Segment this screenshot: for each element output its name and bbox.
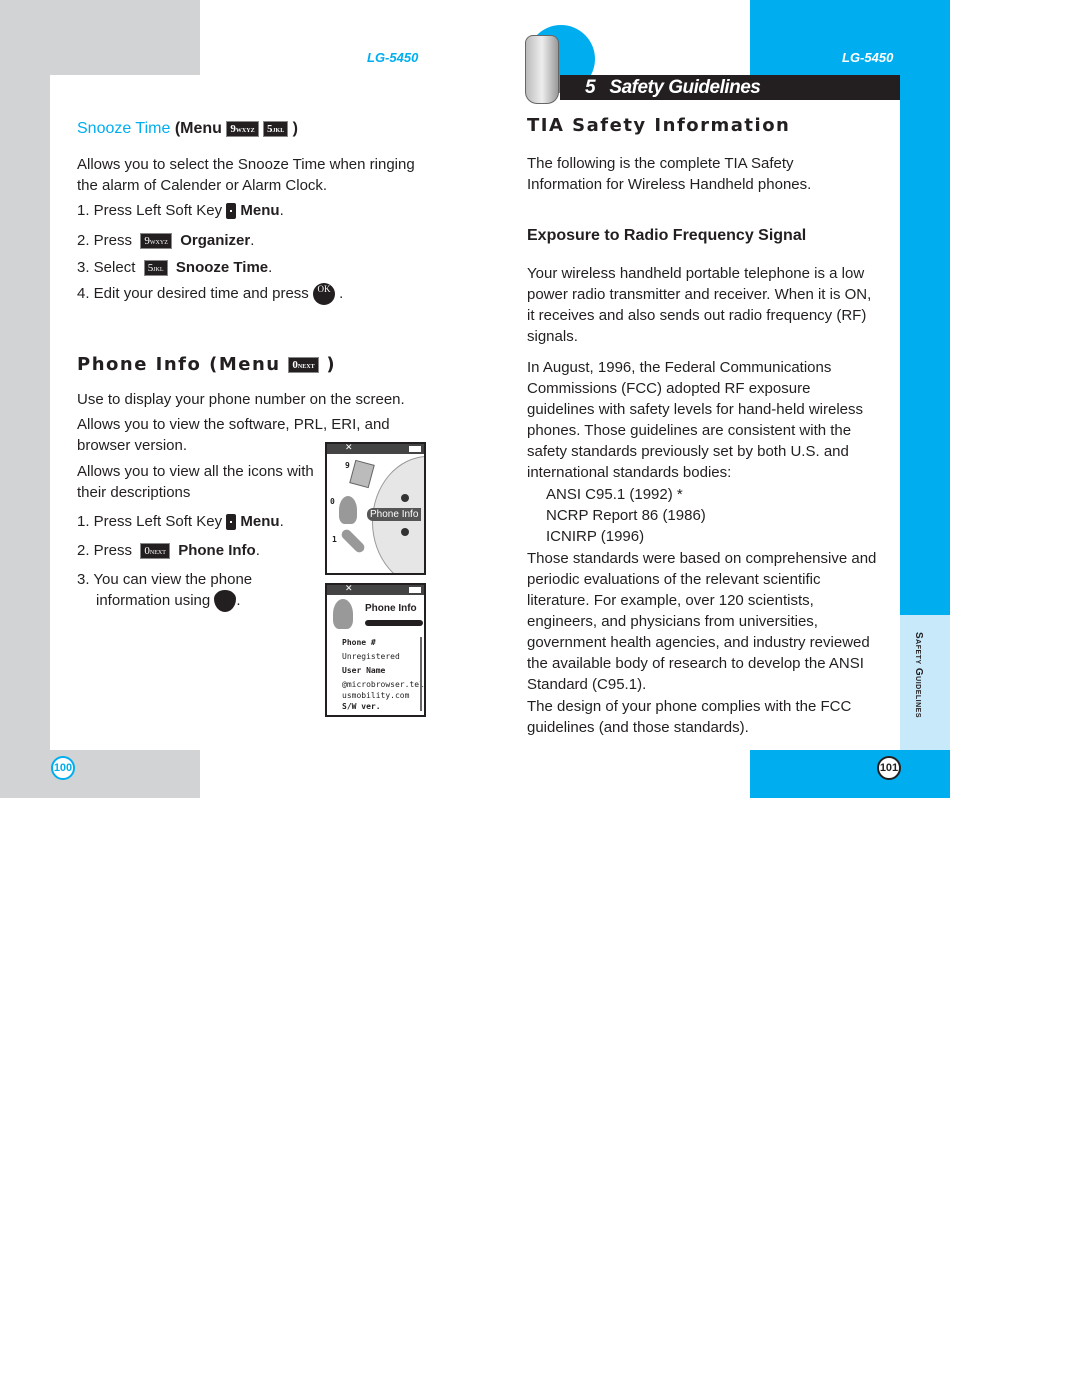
- key-5-icon: 5JKL: [143, 260, 168, 277]
- side-tab-label: Safety Guidelines: [913, 632, 924, 719]
- standard-item: ANSI C95.1 (1992) *: [546, 486, 683, 503]
- rf-para1: Your wireless handheld portable telephon…: [527, 265, 872, 345]
- page-number-right: 101: [877, 756, 901, 780]
- side-tab-bg: [900, 615, 950, 750]
- info-row: S/W ver.: [342, 702, 381, 711]
- chapter-name: Safety Guidelines: [609, 77, 761, 98]
- phone-menu-screen: ✕ 9 0 1 Phone Info: [325, 442, 426, 575]
- battery-icon: [409, 446, 421, 452]
- phone-info-heading: Phone Info (Menu 0NEXT ): [77, 354, 337, 375]
- standards-list: ANSI C95.1 (1992) * NCRP Report 86 (1986…: [546, 484, 706, 547]
- phone-info-step3a: 3. You can view the phone: [77, 571, 253, 588]
- snooze-step4: 4. Edit your desired time and press OK .: [77, 283, 343, 306]
- person-icon: [333, 599, 353, 629]
- left-bottom-bg: [0, 750, 200, 798]
- key-5-icon: 5JKL: [263, 120, 289, 137]
- left-margin-bg: [0, 0, 50, 798]
- menu-down-icon: [401, 528, 409, 536]
- paren-close: ): [292, 120, 298, 137]
- handset-icon: [339, 527, 367, 555]
- status-bar: ✕: [327, 444, 424, 454]
- menu-number-9: 9: [345, 461, 350, 470]
- snooze-heading: Snooze Time (Menu 9WXYZ 5JKL ): [77, 120, 298, 138]
- right-bottom-bg: [750, 750, 950, 798]
- menu-number-0: 0: [330, 497, 335, 506]
- info-row: User Name: [342, 666, 386, 675]
- left-model-label: LG-5450: [367, 50, 419, 65]
- key-9-icon: 9WXYZ: [226, 120, 259, 137]
- organizer-icon: [349, 459, 375, 489]
- phone-info-step1: 1. Press Left Soft Key Menu.: [77, 513, 284, 531]
- info-row: @microbrowser.tel: [342, 680, 424, 689]
- rf-para3: Those standards were based on comprehens…: [527, 550, 877, 693]
- chapter-title: 5 Safety Guidelines: [585, 77, 761, 99]
- key-0-icon: 0NEXT: [288, 357, 319, 373]
- key-0-icon: 0NEXT: [140, 543, 170, 560]
- phone-info-desc1: Use to display your phone number on the …: [77, 391, 405, 408]
- phone-info-screen: ✕ Phone Info Phone # Unregistered User N…: [325, 583, 426, 717]
- battery-icon: [409, 587, 421, 593]
- standard-item: ICNIRP (1996): [546, 528, 645, 545]
- menu-number-1: 1: [332, 535, 337, 544]
- rf-para4: The design of your phone complies with t…: [527, 698, 852, 736]
- key-9-icon: 9WXYZ: [140, 233, 172, 250]
- info-list: Phone # Unregistered User Name @microbro…: [342, 637, 424, 712]
- right-strip-bg: [900, 0, 950, 615]
- info-row: usmobility.com: [342, 691, 410, 700]
- left-soft-key-icon: [226, 203, 237, 220]
- scrollbar[interactable]: [420, 637, 422, 711]
- left-soft-key-icon: [226, 514, 237, 531]
- page-number-left: 100: [51, 756, 75, 780]
- chapter-number: 5: [585, 77, 596, 98]
- snooze-desc: Allows you to select the Snooze Time whe…: [77, 156, 415, 194]
- tia-title: TIA Safety Information: [527, 115, 791, 136]
- nav-key-icon: [214, 590, 237, 613]
- screen-title: Phone Info: [365, 603, 417, 614]
- phone-info-desc3: Allows you to view all the icons with th…: [77, 463, 314, 501]
- tia-intro: The following is the complete TIA Safety…: [527, 155, 812, 193]
- phone-info-step3b: information using .: [96, 590, 241, 613]
- menu-up-icon: [401, 494, 409, 502]
- signal-icon: ✕: [345, 583, 353, 593]
- right-model-label: LG-5450: [842, 50, 894, 65]
- snooze-step1: 1. Press Left Soft Key Menu.: [77, 202, 284, 220]
- snooze-step2: 2. Press 9WXYZ Organizer.: [77, 232, 255, 250]
- menu-selected-label: Phone Info: [367, 508, 422, 521]
- menu-prefix: (Menu: [174, 120, 222, 137]
- status-bar: ✕: [327, 585, 424, 595]
- rf-subhead: Exposure to Radio Frequency Signal: [527, 227, 807, 244]
- info-row: Unregistered: [342, 652, 400, 661]
- standard-item: NCRP Report 86 (1986): [546, 507, 706, 524]
- scroll-indicator: [365, 620, 423, 626]
- signal-icon: ✕: [345, 442, 353, 452]
- snooze-step3: 3. Select 5JKL Snooze Time.: [77, 259, 273, 277]
- snooze-title: Snooze Time: [77, 120, 171, 137]
- left-top-bg: [0, 0, 200, 75]
- rf-para2: In August, 1996, the Federal Communicati…: [527, 359, 864, 481]
- info-row: Phone #: [342, 638, 376, 647]
- person-icon: [339, 496, 357, 524]
- phone-icon: [525, 35, 559, 104]
- ok-key-icon: OK: [312, 283, 335, 306]
- phone-info-step2: 2. Press 0NEXT Phone Info.: [77, 542, 260, 560]
